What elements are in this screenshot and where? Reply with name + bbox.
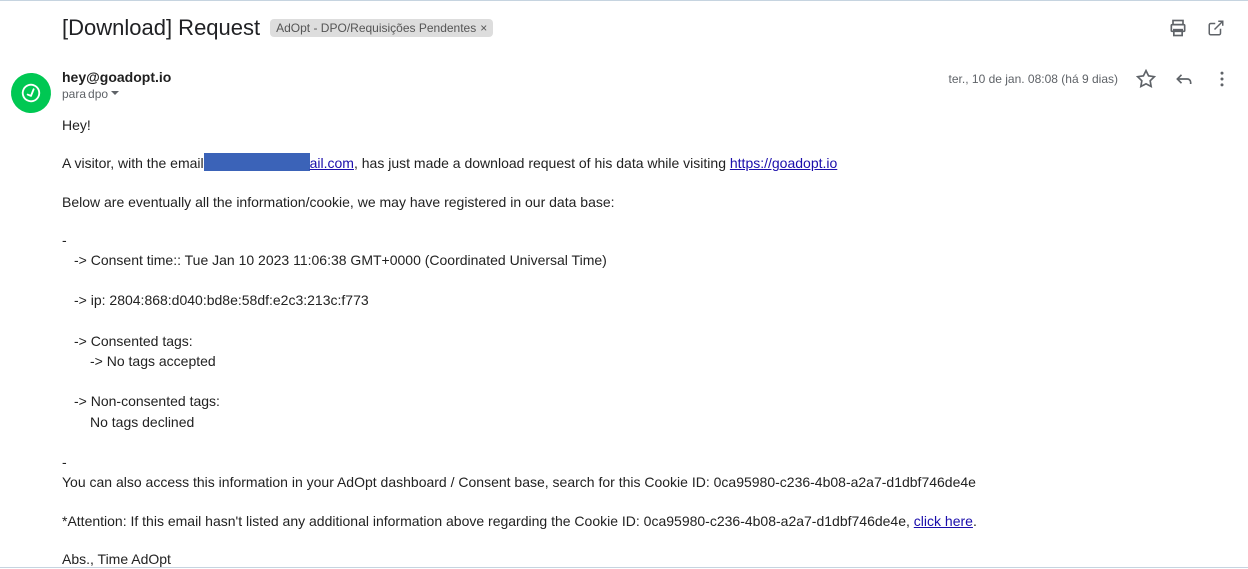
sender-address: hey@goadopt.io <box>62 69 949 85</box>
sender-avatar <box>6 68 56 118</box>
email-body: Hey! A visitor, with the emailail.com, h… <box>62 115 1232 569</box>
signoff: Abs., Time AdOpt <box>62 549 1232 569</box>
open-new-window-icon[interactable] <box>1206 18 1226 38</box>
nonconsented-header: -> Non-consented tags: <box>62 391 1232 411</box>
visitor-line: A visitor, with the emailail.com, has ju… <box>62 153 1232 173</box>
consented-value: -> No tags accepted <box>62 351 1232 371</box>
label-chip[interactable]: AdOpt - DPO/Requisições Pendentes × <box>270 19 493 37</box>
label-chip-text: AdOpt - DPO/Requisições Pendentes <box>276 21 476 35</box>
to-prefix: para <box>62 87 86 101</box>
more-icon[interactable] <box>1212 69 1232 89</box>
print-icon[interactable] <box>1168 18 1188 38</box>
nonconsented-value: No tags declined <box>62 412 1232 432</box>
star-icon[interactable] <box>1136 69 1156 89</box>
remove-label-icon[interactable]: × <box>480 21 487 35</box>
dash2: - <box>62 452 1232 472</box>
consent-time: -> Consent time:: Tue Jan 10 2023 11:06:… <box>62 250 1232 270</box>
ip-line: -> ip: 2804:868:d040:bd8e:58df:e2c3:213c… <box>62 290 1232 310</box>
site-link[interactable]: https://goadopt.io <box>730 155 837 171</box>
click-here-link[interactable]: click here <box>914 513 973 529</box>
dashboard-line: You can also access this information in … <box>62 472 1232 492</box>
show-details-icon[interactable] <box>110 87 120 101</box>
email-fragment: ail.com <box>310 155 354 171</box>
email-subject: [Download] Request <box>62 15 260 41</box>
to-recipient: dpo <box>88 87 108 101</box>
redacted-email <box>204 153 310 171</box>
attention-line: *Attention: If this email hasn't listed … <box>62 511 1232 531</box>
dash: - <box>62 230 1232 250</box>
consented-header: -> Consented tags: <box>62 331 1232 351</box>
recipient-line[interactable]: para dpo <box>62 87 949 101</box>
email-timestamp: ter., 10 de jan. 08:08 (há 9 dias) <box>949 72 1118 86</box>
greeting: Hey! <box>62 115 1232 135</box>
below-info: Below are eventually all the information… <box>62 192 1232 212</box>
reply-icon[interactable] <box>1174 69 1194 89</box>
